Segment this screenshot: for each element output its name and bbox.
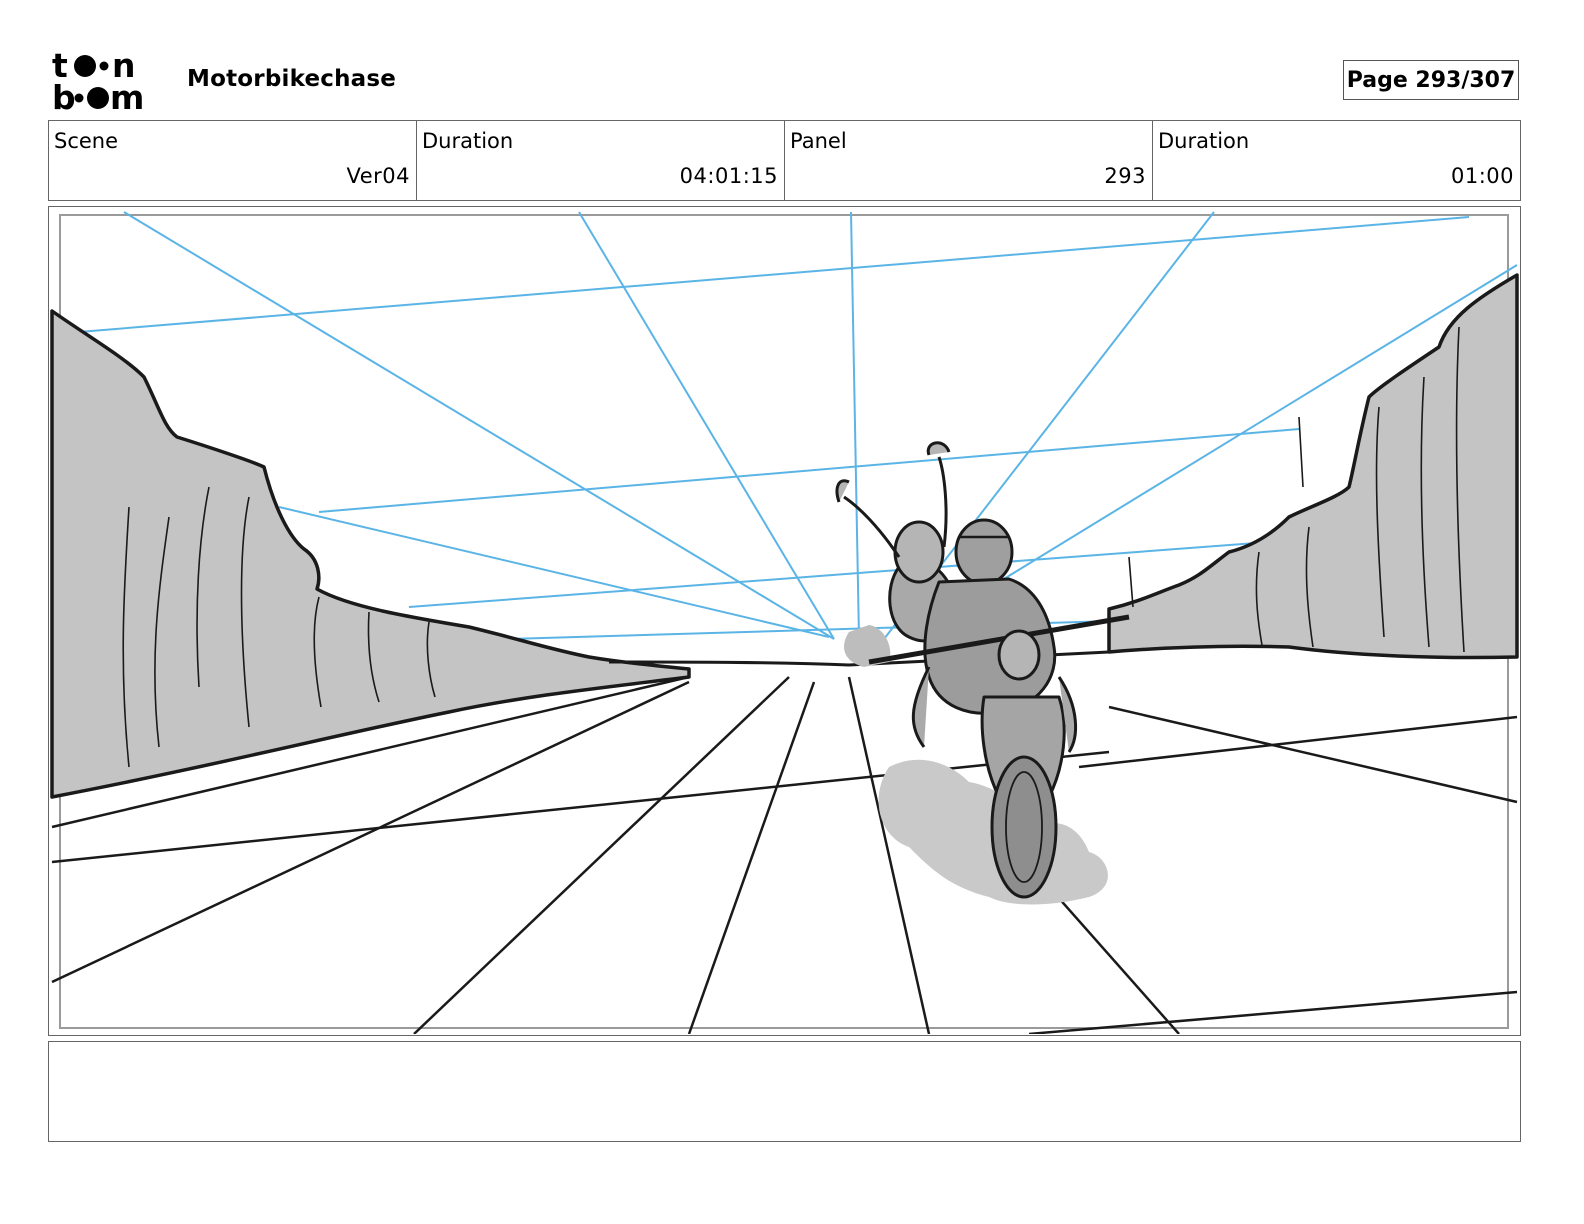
scene-duration-cell: Duration 04:01:15 bbox=[417, 121, 785, 200]
toon-boom-logo: t n b m bbox=[52, 50, 144, 112]
panel-value: 293 bbox=[1104, 164, 1146, 188]
svg-text:m: m bbox=[110, 78, 144, 112]
scene-cell: Scene Ver04 bbox=[49, 121, 417, 200]
panel-duration-value: 01:00 bbox=[1450, 164, 1514, 188]
panel-duration-cell: Duration 01:00 bbox=[1153, 121, 1520, 200]
panel-notes bbox=[48, 1041, 1521, 1142]
project-title: Motorbikechase bbox=[187, 66, 397, 92]
panel-duration-label: Duration bbox=[1158, 129, 1250, 153]
panel-frame bbox=[48, 206, 1521, 1036]
storyboard-panel-image bbox=[50, 211, 1519, 1034]
scene-duration-label: Duration bbox=[422, 129, 514, 153]
panel-cell: Panel 293 bbox=[785, 121, 1153, 200]
page-indicator: Page 293/307 bbox=[1343, 60, 1519, 100]
panel-label: Panel bbox=[790, 129, 847, 153]
scene-label: Scene bbox=[54, 129, 119, 153]
scene-value: Ver04 bbox=[346, 164, 410, 188]
panel-info-row: Scene Ver04 Duration 04:01:15 Panel 293 … bbox=[48, 120, 1521, 201]
svg-text:b: b bbox=[52, 78, 76, 112]
scene-duration-value: 04:01:15 bbox=[679, 164, 778, 188]
